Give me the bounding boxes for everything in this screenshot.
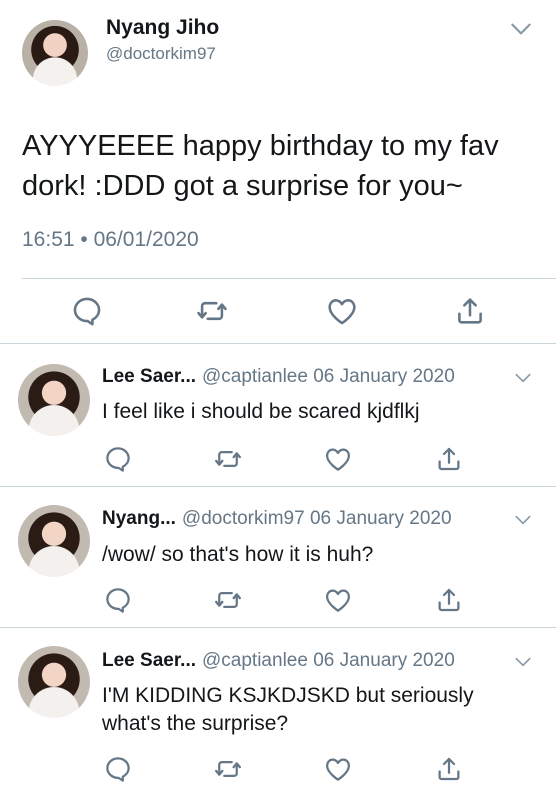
avatar[interactable] (22, 20, 88, 86)
reply-text: I feel like i should be scared kjdflkj (102, 400, 420, 423)
author-name[interactable]: Lee Saer... (102, 366, 196, 387)
tweet-thread: Nyang Jiho @doctorkim97 AYYYEEEE happy b… (0, 0, 556, 800)
reply-header: Lee Saer... @captianlee 06 January 2020 (102, 366, 455, 388)
author-handle-date: @captianlee 06 January 2020 (202, 650, 455, 671)
author-name[interactable]: Lee Saer... (102, 650, 196, 671)
like-icon[interactable] (325, 294, 359, 328)
reply-icon[interactable] (103, 585, 133, 615)
like-icon[interactable] (323, 754, 353, 784)
tweet-actions (0, 292, 556, 332)
author-name[interactable]: Nyang Jiho (106, 16, 219, 40)
chevron-down-icon[interactable] (511, 652, 535, 672)
reply-icon[interactable] (103, 444, 133, 474)
reply-text: I'M KIDDING KSJKDJSKD but seriously what… (102, 684, 474, 735)
retweet-icon[interactable] (213, 754, 243, 784)
share-icon[interactable] (434, 444, 464, 474)
reply-tweet[interactable]: Lee Saer... @captianlee 06 January 2020 I… (0, 628, 556, 800)
chevron-down-icon[interactable] (506, 16, 536, 42)
share-icon[interactable] (453, 294, 487, 328)
share-icon[interactable] (434, 754, 464, 784)
avatar[interactable] (18, 646, 90, 718)
reply-icon[interactable] (103, 754, 133, 784)
reply-text: /wow/ so that's how it is huh? (102, 543, 374, 566)
avatar[interactable] (18, 364, 90, 436)
reply-header: Lee Saer... @captianlee 06 January 2020 (102, 650, 455, 672)
chevron-down-icon[interactable] (511, 368, 535, 388)
author-handle[interactable]: @doctorkim97 (106, 44, 216, 64)
retweet-icon[interactable] (213, 585, 243, 615)
like-icon[interactable] (323, 444, 353, 474)
avatar[interactable] (18, 505, 90, 577)
retweet-icon[interactable] (213, 444, 243, 474)
tweet-actions (0, 754, 556, 788)
reply-icon[interactable] (70, 294, 104, 328)
share-icon[interactable] (434, 585, 464, 615)
like-icon[interactable] (323, 585, 353, 615)
tweet-actions (0, 444, 556, 478)
author-handle-date: @doctorkim97 06 January 2020 (181, 508, 452, 529)
author-name[interactable]: Nyang... (102, 508, 176, 529)
reply-header: Nyang... @doctorkim97 06 January 2020 (102, 508, 452, 530)
retweet-icon[interactable] (195, 294, 229, 328)
main-tweet: Nyang Jiho @doctorkim97 AYYYEEEE happy b… (0, 0, 556, 343)
reply-tweet[interactable]: Nyang... @doctorkim97 06 January 2020 /wo… (0, 487, 556, 627)
divider (22, 278, 556, 279)
author-handle-date: @captianlee 06 January 2020 (202, 366, 455, 387)
reply-tweet[interactable]: Lee Saer... @captianlee 06 January 2020 I… (0, 344, 556, 486)
tweet-timestamp: 16:51 • 06/01/2020 (22, 228, 199, 251)
tweet-actions (0, 585, 556, 619)
chevron-down-icon[interactable] (511, 510, 535, 530)
tweet-text: AYYYEEEE happy birthday to my fav dork! … (22, 130, 499, 202)
